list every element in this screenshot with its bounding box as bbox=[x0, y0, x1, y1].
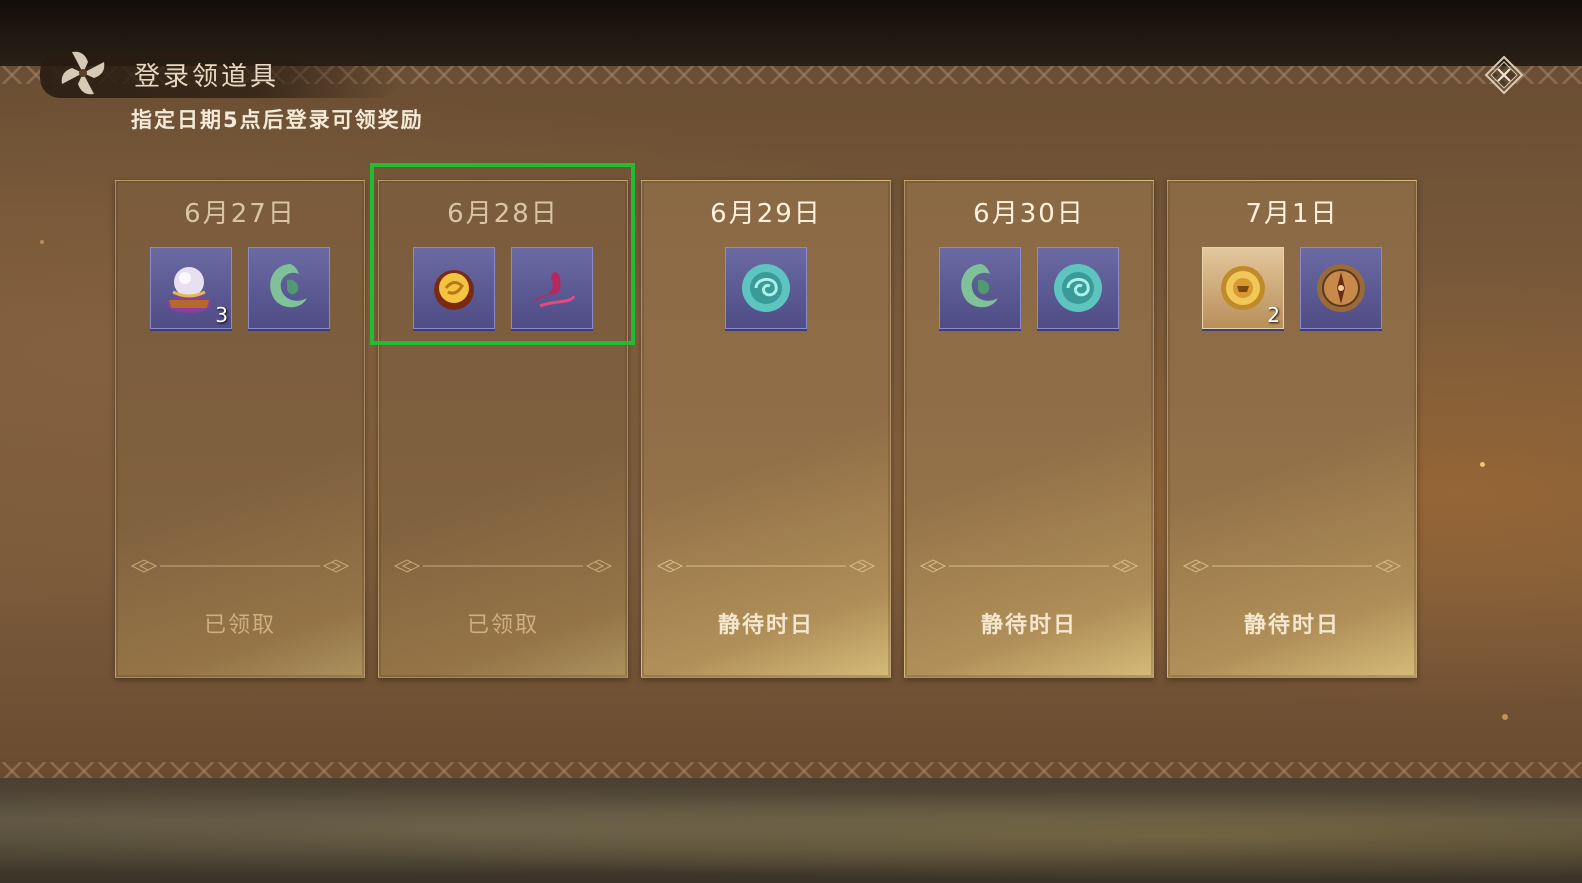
day-card-2[interactable]: 6月28日 已领取 bbox=[378, 180, 628, 678]
day-card-4[interactable]: 6月30日 静待时日 bbox=[904, 180, 1154, 678]
crystal-ball-chest-icon bbox=[167, 267, 211, 313]
cyan-jade-disc-icon bbox=[1054, 264, 1102, 312]
ember-particle bbox=[1502, 714, 1508, 720]
gold-coin-icon bbox=[1221, 266, 1265, 310]
item-count: 2 bbox=[1267, 303, 1280, 327]
page-subtitle: 指定日期5点后登录可领奖励 bbox=[131, 108, 424, 132]
card-divider bbox=[130, 559, 350, 573]
green-jade-icon bbox=[270, 264, 307, 308]
day-date: 6月29日 bbox=[710, 199, 822, 229]
reward-item-slot[interactable] bbox=[939, 247, 1021, 329]
card-divider bbox=[919, 559, 1139, 573]
day-date: 7月1日 bbox=[1245, 199, 1339, 229]
reward-item-slot[interactable] bbox=[248, 247, 330, 329]
day-date: 6月27日 bbox=[184, 199, 296, 229]
bottom-backdrop bbox=[0, 778, 1582, 883]
claim-status: 已领取 bbox=[466, 613, 539, 638]
page-title: 登录领道具 bbox=[134, 62, 280, 92]
item-count: 3 bbox=[215, 303, 228, 327]
reward-items bbox=[905, 247, 1153, 329]
reward-items bbox=[379, 247, 627, 329]
reward-items: 3 bbox=[116, 247, 364, 329]
reward-items bbox=[642, 247, 890, 329]
claim-status: 静待时日 bbox=[1243, 613, 1340, 638]
bronze-compass-icon bbox=[1317, 264, 1365, 312]
day-date: 6月30日 bbox=[973, 199, 1085, 229]
crimson-ribbon-icon bbox=[534, 272, 576, 308]
card-divider bbox=[1182, 559, 1402, 573]
card-divider bbox=[656, 559, 876, 573]
pinwheel-logo-icon bbox=[61, 51, 105, 95]
claim-status: 已领取 bbox=[203, 613, 276, 638]
reward-item-slot[interactable] bbox=[725, 247, 807, 329]
green-jade-icon bbox=[961, 264, 998, 308]
reward-items: 2 bbox=[1168, 247, 1416, 329]
reward-item-slot[interactable] bbox=[1037, 247, 1119, 329]
login-reward-screen: 登录领道具 指定日期5点后登录可领奖励 6月27日 3 已领取 6月28日 已领… bbox=[0, 0, 1582, 883]
close-button[interactable] bbox=[1484, 55, 1524, 95]
ember-particle bbox=[40, 240, 44, 244]
gold-orb-icon bbox=[434, 270, 474, 310]
ember-particle bbox=[1480, 462, 1485, 467]
reward-item-slot[interactable]: 2 bbox=[1202, 247, 1284, 329]
day-card-3[interactable]: 6月29日 静待时日 bbox=[641, 180, 891, 678]
reward-item-slot[interactable] bbox=[1300, 247, 1382, 329]
day-card-1[interactable]: 6月27日 3 已领取 bbox=[115, 180, 365, 678]
claim-status: 静待时日 bbox=[717, 613, 814, 638]
claim-status: 静待时日 bbox=[980, 613, 1077, 638]
reward-item-slot[interactable] bbox=[511, 247, 593, 329]
card-divider bbox=[393, 559, 613, 573]
cyan-jade-disc-icon bbox=[742, 264, 790, 312]
reward-item-slot[interactable] bbox=[413, 247, 495, 329]
reward-item-slot[interactable]: 3 bbox=[150, 247, 232, 329]
day-card-5[interactable]: 7月1日 2 静待时日 bbox=[1167, 180, 1417, 678]
day-date: 6月28日 bbox=[447, 199, 559, 229]
